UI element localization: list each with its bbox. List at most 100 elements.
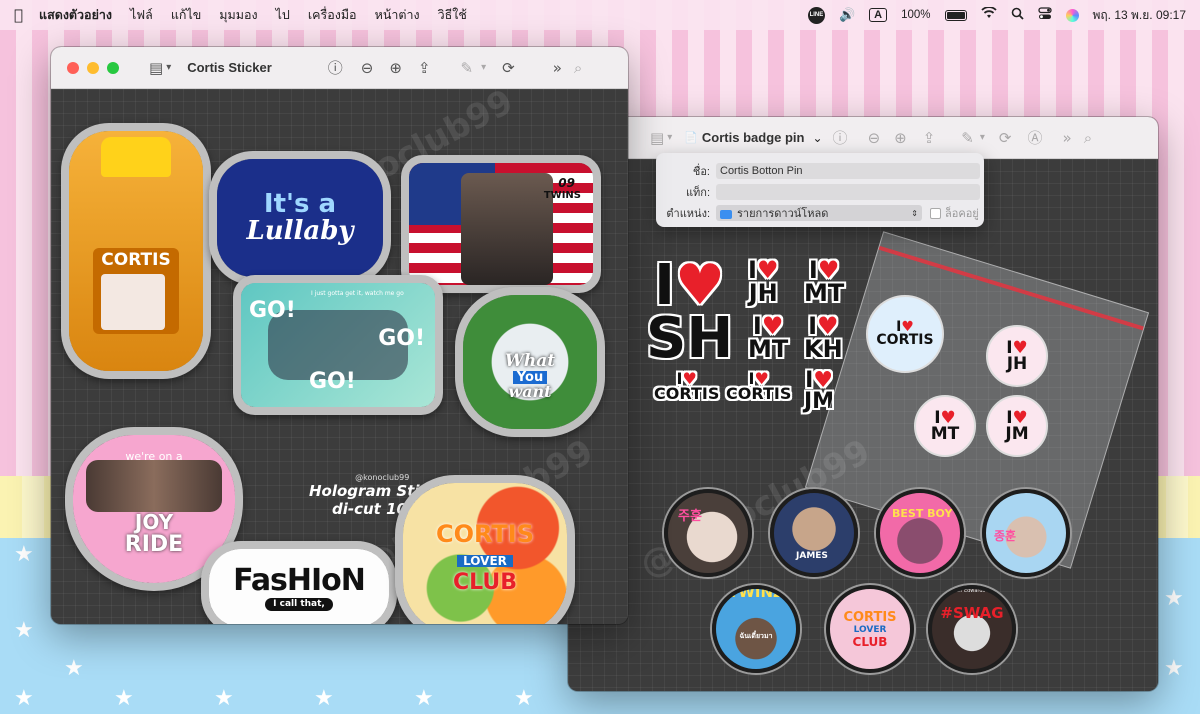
- lock-checkbox[interactable]: ล็อคอยู่: [930, 204, 979, 222]
- bear-photo: [101, 273, 166, 330]
- star-icon: ★: [1164, 586, 1184, 611]
- sticker-clover: What You want: [455, 287, 605, 437]
- zoom-out-icon[interactable]: ⊖: [868, 129, 881, 147]
- name-row: ชื่อ: Cortis Botton Pin: [662, 162, 980, 180]
- photo-pin-7: Martin Edwards Park #SWAG: [928, 585, 1016, 673]
- ilove-kh-sticker: I♥ KH: [804, 312, 843, 363]
- zoom-in-icon[interactable]: ⊕: [894, 129, 907, 147]
- window-title[interactable]: Cortis Sticker: [187, 60, 272, 75]
- markup-icon[interactable]: ✎: [961, 129, 974, 147]
- document-canvas: @konoclub99 I♥ SH I♥ JH I♥ MT I♥ MT I♥ KH I♥…: [568, 159, 1158, 691]
- ilove-cortis-sticker-2: I♥ CORTIS: [726, 369, 792, 404]
- menu-edit[interactable]: แก้ไข: [171, 5, 201, 25]
- siri-icon[interactable]: [1065, 8, 1079, 22]
- star-icon: ★: [414, 686, 434, 711]
- sidebar-toggle-icon[interactable]: ▤: [650, 129, 664, 147]
- menu-window[interactable]: หน้าต่าง: [375, 5, 420, 25]
- menu-view[interactable]: มุมมอง: [219, 5, 257, 25]
- menu-tools[interactable]: เครื่องมือ: [308, 5, 357, 25]
- star-icon: ★: [14, 686, 34, 711]
- fullscreen-button[interactable]: [107, 61, 119, 74]
- bear-cap: [101, 137, 171, 177]
- star-icon: ★: [64, 656, 84, 681]
- select-arrows-icon: ⇕: [911, 208, 918, 218]
- battery-percent: 100%: [901, 9, 931, 21]
- pin-mt: I♥ MT: [914, 395, 976, 457]
- share-icon[interactable]: ⇪: [923, 129, 936, 147]
- search-icon[interactable]: ⌕: [574, 59, 582, 77]
- star-icon: ★: [214, 686, 234, 711]
- more-tools-icon[interactable]: »: [553, 59, 562, 77]
- star-icon: ★: [1164, 656, 1184, 681]
- preview-window-sticker: ▤ ▾ Cortis Sticker ⓘ ⊖ ⊕ ⇪ ✎ ▾ ⟳ » ⌕ @ko…: [51, 47, 628, 624]
- zoom-out-icon[interactable]: ⊖: [361, 59, 374, 77]
- window-title[interactable]: Cortis badge pin: [702, 130, 805, 145]
- chevron-down-icon[interactable]: ▾: [667, 132, 672, 143]
- name-field[interactable]: Cortis Botton Pin: [716, 163, 980, 179]
- markup-icon[interactable]: ✎: [461, 59, 474, 77]
- pin-jm: I♥ JM: [986, 395, 1048, 457]
- sticker-fashion: FasHIoN I call that,: [201, 541, 397, 624]
- menu-go[interactable]: ไป: [276, 5, 290, 25]
- battery-icon[interactable]: [944, 9, 967, 21]
- menu-clock[interactable]: พฤ. 13 พ.ย. 09:17: [1093, 6, 1187, 25]
- twins-photo: [461, 173, 553, 285]
- apple-menu-icon[interactable]: : [14, 6, 23, 24]
- ilove-mt-sticker-2: I♥ MT: [748, 312, 789, 363]
- wifi-icon[interactable]: [980, 6, 997, 23]
- line-app-icon[interactable]: LINE: [807, 6, 825, 24]
- star-icon: ★: [14, 542, 34, 567]
- annotate-icon[interactable]: Ⓐ: [1027, 127, 1042, 148]
- control-center-icon[interactable]: [1037, 6, 1052, 24]
- photo-pin-2: JAMES: [770, 489, 858, 577]
- ilove-mt-sticker: I♥ MT: [804, 256, 845, 307]
- star-icon: ★: [514, 686, 534, 711]
- more-tools-icon[interactable]: »: [1063, 129, 1072, 147]
- menu-app-name[interactable]: แสดงตัวอย่าง: [39, 5, 112, 25]
- menu-bar:  แสดงตัวอย่าง ไฟล์ แก้ไข มุมมอง ไป เครื…: [0, 0, 1200, 30]
- window-titlebar: ▤ ▾ Cortis Sticker ⓘ ⊖ ⊕ ⇪ ✎ ▾ ⟳ » ⌕: [51, 47, 628, 89]
- star-icon: ★: [14, 618, 34, 643]
- input-source-icon[interactable]: A: [869, 8, 888, 22]
- document-canvas: @konoclub99 @konoclub99 CORTIS It's a Lu…: [51, 89, 628, 624]
- chevron-down-icon[interactable]: ▾: [166, 62, 171, 73]
- ilove-sh-sticker: I♥ SH: [646, 253, 734, 372]
- share-icon[interactable]: ⇪: [418, 59, 431, 77]
- volume-icon[interactable]: 🔊: [839, 8, 855, 23]
- pin-cortis: I♥ CORTIS: [866, 295, 944, 373]
- info-icon[interactable]: ⓘ: [833, 127, 848, 148]
- star-icon: ★: [314, 686, 334, 711]
- location-row: ตำแหน่ง: รายการดาวน์โหลด ⇕ ล็อคอยู่: [662, 204, 979, 222]
- tags-field[interactable]: [716, 184, 980, 200]
- markup-chevron-icon[interactable]: ▾: [481, 62, 486, 73]
- menu-help[interactable]: วิธีใช้: [438, 5, 467, 25]
- checkbox-box[interactable]: [930, 207, 941, 219]
- location-select[interactable]: รายการดาวน์โหลด ⇕: [716, 205, 922, 221]
- bear-label: CORTIS: [93, 248, 179, 334]
- sticker-honey-bear: CORTIS: [61, 123, 211, 379]
- sticker-fruit-club: CORTIS LOVER CLUB: [395, 475, 575, 624]
- rotate-icon[interactable]: ⟳: [502, 59, 515, 77]
- markup-chevron-icon[interactable]: ▾: [980, 132, 985, 143]
- spotlight-search-icon[interactable]: [1011, 7, 1024, 24]
- photo-pin-1: 주훈: [664, 489, 752, 577]
- document-icon: 📄: [684, 131, 698, 144]
- info-icon[interactable]: ⓘ: [328, 57, 343, 78]
- window-controls: [67, 61, 119, 74]
- menu-file[interactable]: ไฟล์: [130, 5, 153, 25]
- pin-jh: I♥ JH: [986, 325, 1048, 387]
- folder-icon: [720, 209, 732, 219]
- status-menus: LINE 🔊 A 100% พฤ. 13 พ.ย. 09:17: [807, 0, 1187, 30]
- minimize-button[interactable]: [87, 61, 99, 74]
- photo-pin-6: CORTIS LOVER CLUB: [826, 585, 914, 673]
- name-label: ชื่อ:: [692, 166, 710, 178]
- ilove-jh-sticker: I♥ JH: [748, 256, 779, 307]
- search-icon[interactable]: ⌕: [1084, 129, 1092, 147]
- sidebar-toggle-icon[interactable]: ▤: [149, 59, 163, 77]
- zoom-in-icon[interactable]: ⊕: [389, 59, 402, 77]
- title-chevron-icon[interactable]: ⌄: [812, 131, 822, 145]
- photo-pin-3: BEST BOY: [876, 489, 964, 577]
- rotate-icon[interactable]: ⟳: [999, 129, 1012, 147]
- close-button[interactable]: [67, 61, 79, 74]
- location-label: ตำแหน่ง:: [666, 208, 710, 220]
